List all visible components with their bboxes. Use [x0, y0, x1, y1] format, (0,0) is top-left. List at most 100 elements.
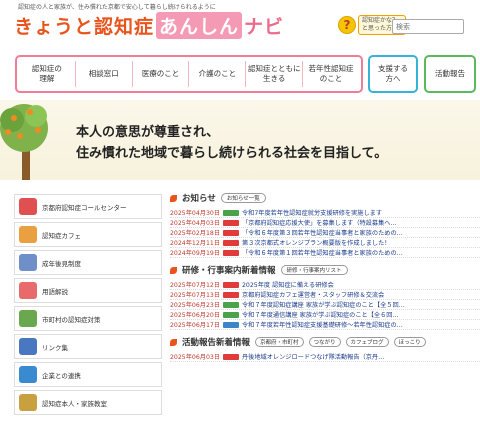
sidebar-item-glossary[interactable]: 用語解説 [14, 278, 162, 303]
nav-item-supporters[interactable]: 支援する 方へ [368, 55, 418, 93]
training-row[interactable]: 2025年06月17日 令和７年度若年性認知症支援基礎研修～若年性認知症の… [170, 320, 480, 330]
row-title[interactable]: 令和７年度認知症講座 家族が学ぶ認知症のこと【全５回… [242, 300, 405, 309]
logo-text-main: きょうと認知症 [14, 16, 155, 38]
training-list-button[interactable]: 研修・行事案内リスト [280, 265, 348, 275]
glossary-icon [19, 282, 37, 299]
sidebar-item-companies[interactable]: 企業との連携 [14, 362, 162, 387]
category-badge [223, 229, 239, 236]
row-title[interactable]: 京都府認知症カフェ運営者・スタッフ研修＆交流会 [242, 290, 384, 299]
news-header: お知らせ お知らせ一覧 [170, 192, 480, 204]
sidebar-item-municipal[interactable]: 市町村の認知症対策 [14, 306, 162, 331]
nav-label: 活動報告 [435, 69, 465, 78]
guardianship-icon [19, 254, 37, 271]
row-date: 2025年06月23日 [170, 302, 221, 309]
activity-header: 活動報告新着情報 京都府・市町村 つながり カフェブログ ほっこり [170, 336, 480, 348]
logo-text-navi: ナビ [244, 16, 285, 38]
nav-label: 若年性認知症 [308, 64, 354, 73]
hero-line-2: 住み慣れた地域で暮らし続けられる社会を目指して。 [76, 146, 388, 161]
search-input[interactable] [392, 19, 464, 34]
leaf-icon [170, 266, 177, 274]
row-title[interactable]: 「京都府認知症応援大使」を募集します（特設募集へ… [242, 218, 397, 227]
training-header: 研修・行事案内新着情報 研修・行事案内リスト [170, 264, 480, 276]
training-row[interactable]: 2025年07月13日 京都府認知症カフェ運営者・スタッフ研修＆交流会 [170, 290, 480, 300]
nav-label: 生きる [263, 74, 286, 83]
category-badge [223, 281, 239, 288]
nav-item-care[interactable]: 介護のこと [189, 61, 247, 87]
news-row[interactable]: 2025年02月18日 「令和６年度第３回若年性認知症当事者と家族のための… [170, 228, 480, 238]
sidebar: 京都府認知症コールセンター 認知症カフェ 成年後見制度 用語解説 市町村の認知症… [14, 194, 162, 418]
news-row[interactable]: 2024年09月19日 「令和６年度第１回若年性認知症当事者と家族のための… [170, 248, 480, 258]
row-title[interactable]: 令和7年度若年性認知症就労支援研修を実施します [242, 208, 382, 217]
tree-illustration [0, 104, 48, 180]
sidebar-label: 用語解説 [42, 287, 68, 296]
sidebar-label: 企業との連携 [42, 371, 81, 380]
nav-label: 理解 [39, 74, 55, 83]
activity-filter-button[interactable]: 京都府・市町村 [255, 337, 304, 347]
sidebar-item-guardianship[interactable]: 成年後見制度 [14, 250, 162, 275]
news-row[interactable]: 2025年04月03日 「京都府認知症応援大使」を募集します（特設募集へ… [170, 218, 480, 228]
leaf-icon [170, 338, 177, 346]
link-icon [19, 338, 37, 355]
nav-label: 認知症とともに [247, 64, 301, 73]
sidebar-label: リンク集 [42, 343, 68, 352]
nav-item-living[interactable]: 認知症とともに 生きる [246, 61, 304, 87]
training-row[interactable]: 2025年06月23日 令和７年度認知症講座 家族が学ぶ認知症のこと【全５回… [170, 300, 480, 310]
activity-filter-button[interactable]: カフェブログ [345, 337, 389, 347]
category-badge [223, 291, 239, 298]
row-title[interactable]: 「令和６年度第３回若年性認知症当事者と家族のための… [242, 228, 403, 237]
row-date: 2025年07月13日 [170, 292, 221, 299]
nav-label: 方へ [385, 74, 401, 83]
category-badge [223, 209, 239, 216]
news-list: 2025年04月30日 令和7年度若年性認知症就労支援研修を実施します 2025年… [170, 208, 480, 258]
nav-item-medical[interactable]: 医療のこと [133, 61, 190, 87]
nav-item-early-onset[interactable]: 若年性認知症 のこと [303, 61, 359, 87]
question-icon: ? [338, 16, 356, 34]
phone-icon [19, 198, 37, 215]
row-date: 2025年04月03日 [170, 220, 221, 227]
nav-item-understanding[interactable]: 認知症の 理解 [19, 61, 76, 87]
activity-filter-button[interactable]: つながり [308, 337, 341, 347]
row-title[interactable]: 令和７年度若年性認知症支援基礎研修～若年性認知症の… [242, 320, 403, 329]
activity-row[interactable]: 2025年06月03日 丹後地域オレンジロードつなげ隊活動報告（京丹… [170, 352, 480, 362]
sidebar-label: 京都府認知症コールセンター [42, 203, 127, 212]
row-date: 2025年06月03日 [170, 354, 221, 361]
training-row[interactable]: 2025年07月12日 2025年度 認知症に備える研修会 [170, 280, 480, 290]
tagline: 認知症の人と家族が、住み慣れた京都で安心して暮らし続けられるように [18, 4, 216, 11]
category-badge [223, 353, 239, 360]
row-title[interactable]: 丹後地域オレンジロードつなげ隊活動報告（京丹… [242, 352, 384, 361]
nav-label: 認知症の [31, 64, 62, 73]
sidebar-item-call-center[interactable]: 京都府認知症コールセンター [14, 194, 162, 219]
row-title[interactable]: 令和７年度通信講座 家族が学ぶ認知症のこと【全６回… [242, 310, 399, 319]
category-badge [223, 311, 239, 318]
activity-list: 2025年06月03日 丹後地域オレンジロードつなげ隊活動報告（京丹… [170, 352, 480, 362]
main-content: お知らせ お知らせ一覧 2025年04月30日 令和7年度若年性認知症就労支援研修… [170, 192, 480, 362]
news-row[interactable]: 2025年04月30日 令和7年度若年性認知症就労支援研修を実施します [170, 208, 480, 218]
nav-item-activity-report[interactable]: 活動報告 [424, 55, 476, 93]
main-nav: 認知症の 理解 相談窓口 医療のこと 介護のこと 認知症とともに 生きる 若年性認知… [15, 55, 363, 93]
nav-label: 支援する [378, 64, 408, 73]
sidebar-item-links[interactable]: リンク集 [14, 334, 162, 359]
row-date: 2025年07月12日 [170, 282, 221, 289]
row-title[interactable]: 第３次京都式オレンジプラン概要版を作成しました！ [242, 238, 391, 247]
sidebar-label: 認知症本人・家族教室 [42, 399, 107, 408]
nav-label: 相談窓口 [88, 69, 119, 78]
training-row[interactable]: 2025年06月20日 令和７年度通信講座 家族が学ぶ認知症のこと【全６回… [170, 310, 480, 320]
news-title: お知らせ [182, 194, 216, 204]
handshake-icon [19, 366, 37, 383]
row-date: 2024年09月19日 [170, 250, 221, 257]
sidebar-item-family-class[interactable]: 認知症本人・家族教室 [14, 390, 162, 415]
news-row[interactable]: 2024年12月11日 第３次京都式オレンジプラン概要版を作成しました！ [170, 238, 480, 248]
activity-filter-button[interactable]: ほっこり [393, 337, 426, 347]
row-date: 2025年04月30日 [170, 210, 221, 217]
row-date: 2025年06月20日 [170, 312, 221, 319]
nav-label: のこと [319, 74, 343, 83]
nav-item-consultation[interactable]: 相談窓口 [76, 61, 133, 87]
training-list: 2025年07月12日 2025年度 認知症に備える研修会 2025年07月13日… [170, 280, 480, 330]
row-title[interactable]: 2025年度 認知症に備える研修会 [242, 280, 334, 289]
training-title: 研修・行事案内新着情報 [182, 266, 276, 276]
row-title[interactable]: 「令和６年度第１回若年性認知症当事者と家族のための… [242, 248, 403, 257]
site-logo[interactable]: きょうと認知症 あんしん ナビ [14, 12, 284, 39]
news-list-button[interactable]: お知らせ一覧 [220, 193, 266, 203]
sidebar-item-cafe[interactable]: 認知症カフェ [14, 222, 162, 247]
sidebar-label: 成年後見制度 [42, 259, 81, 268]
